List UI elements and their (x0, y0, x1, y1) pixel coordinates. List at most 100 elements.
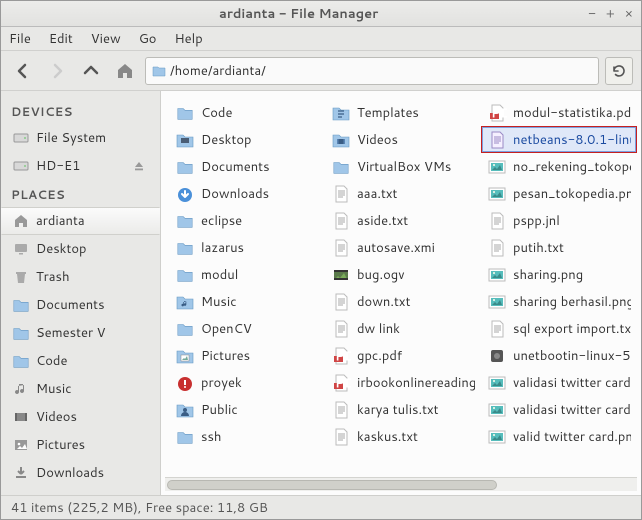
file-item[interactable]: validasi twitter card 2.png (481, 396, 637, 423)
sidebar-item-videos[interactable]: Videos (1, 403, 160, 431)
file-item[interactable]: ssh (169, 423, 325, 450)
file-item[interactable]: aside.txt (325, 207, 481, 234)
close-button[interactable]: × (625, 5, 633, 23)
arrow-up-icon (81, 61, 101, 81)
status-bar: 41 items (225,2 MB), Free space: 11,8 GB (1, 495, 641, 519)
folder-icon (12, 352, 30, 370)
sidebar-item-pictures[interactable]: Pictures (1, 431, 160, 459)
sidebar-item-music[interactable]: Music (1, 375, 160, 403)
menu-go[interactable]: Go (139, 30, 157, 48)
window-title: ardianta - File Manager (9, 5, 588, 23)
menu-help[interactable]: Help (174, 30, 202, 48)
file-item[interactable]: Videos (325, 126, 481, 153)
file-view[interactable]: CodeDesktopDocumentsDownloadseclipse laza… (161, 91, 641, 477)
home-button[interactable] (111, 57, 139, 85)
file-item[interactable]: proyek (169, 369, 325, 396)
file-label: modul (201, 266, 238, 284)
file-item[interactable]: pesan_tokopedia.png (481, 180, 637, 207)
file-item[interactable]: sharing.png (481, 261, 637, 288)
file-item[interactable]: Music (169, 288, 325, 315)
sidebar-item-label: HD-E1 (36, 157, 127, 175)
file-item[interactable]: Desktop (169, 126, 325, 153)
folder-icon (152, 64, 166, 78)
menu-file[interactable]: File (9, 30, 31, 48)
file-item[interactable]: putih.txt (481, 234, 637, 261)
file-label: valid twitter card.png (513, 428, 631, 446)
reload-button[interactable] (605, 57, 633, 85)
file-item[interactable]: unetbootin-linux-583 (481, 342, 637, 369)
sidebar-item-file-system[interactable]: File System (1, 124, 160, 152)
path-entry[interactable] (145, 57, 599, 85)
file-item[interactable]: PDFirbookonlinereading.pdf (325, 369, 481, 396)
drive-icon (12, 157, 30, 175)
folder-icon (12, 296, 30, 314)
sidebar-item-hd-e1[interactable]: HD-E1 (1, 152, 160, 180)
sidebar-item-label: File System (36, 129, 149, 147)
file-label: unetbootin-linux-583 (513, 347, 631, 365)
menu-view[interactable]: View (91, 30, 121, 48)
sidebar-item-documents[interactable]: Documents (1, 291, 160, 319)
text-icon (331, 427, 351, 447)
folder-icon (12, 324, 30, 342)
svg-text:PDF: PDF (491, 104, 507, 122)
file-item[interactable]: eclipse (169, 207, 325, 234)
eject-icon[interactable] (133, 160, 149, 172)
scrollbar-thumb[interactable] (167, 480, 497, 490)
sidebar-item-downloads[interactable]: Downloads (1, 459, 160, 487)
text-icon (331, 184, 351, 204)
file-item[interactable]: modul (169, 261, 325, 288)
file-item[interactable]: sharing berhasil.png (481, 288, 637, 315)
file-item[interactable]: Templates (325, 99, 481, 126)
home-icon (116, 62, 134, 80)
file-item[interactable]: OpenCV (169, 315, 325, 342)
folder-down-icon (175, 184, 195, 204)
file-item[interactable]: sql export import.txt (481, 315, 637, 342)
file-label: autosave.xmi (357, 239, 435, 257)
path-field[interactable] (170, 62, 592, 80)
minimize-button[interactable]: − (588, 5, 596, 23)
file-item[interactable]: Public (169, 396, 325, 423)
file-item[interactable]: lazarus (169, 234, 325, 261)
file-item[interactable]: Downloads (169, 180, 325, 207)
file-label: Templates (357, 104, 419, 122)
arrow-right-icon (47, 61, 67, 81)
file-item[interactable]: pspp.jnl (481, 207, 637, 234)
file-item[interactable]: kaskus.txt (325, 423, 481, 450)
sidebar-item-ardianta[interactable]: ardianta (1, 207, 160, 235)
sidebar-item-semester-v[interactable]: Semester V (1, 319, 160, 347)
sidebar-item-desktop[interactable]: Desktop (1, 235, 160, 263)
forward-button[interactable] (43, 57, 71, 85)
file-item[interactable]: VirtualBox VMs (325, 153, 481, 180)
file-label: sharing berhasil.png (513, 293, 631, 311)
file-item[interactable]: Pictures (169, 342, 325, 369)
sidebar-item-code[interactable]: Code (1, 347, 160, 375)
file-item[interactable]: karya tulis.txt (325, 396, 481, 423)
file-item[interactable]: down.txt (325, 288, 481, 315)
folder-icon (175, 319, 195, 339)
file-item[interactable]: validasi twitter card.png (481, 369, 637, 396)
back-button[interactable] (9, 57, 37, 85)
image-icon (487, 400, 507, 420)
sidebar-item-trash[interactable]: Trash (1, 263, 160, 291)
file-item[interactable]: valid twitter card.png (481, 423, 637, 450)
folder-templates-icon (331, 103, 351, 123)
file-item[interactable]: PDFmodul-statistika.pdf (481, 99, 637, 126)
file-item[interactable]: Documents (169, 153, 325, 180)
sidebar-item-label: Semester V (36, 324, 149, 342)
folder-pictures-icon (175, 346, 195, 366)
file-item[interactable]: Code (169, 99, 325, 126)
up-button[interactable] (77, 57, 105, 85)
file-item[interactable]: netbeans-8.0.1-linux.sh (481, 126, 637, 153)
file-item[interactable]: dw link (325, 315, 481, 342)
file-item[interactable]: autosave.xmi (325, 234, 481, 261)
horizontal-scrollbar[interactable] (165, 477, 637, 491)
menu-bar: File Edit View Go Help (1, 27, 641, 51)
file-item[interactable]: bug.ogv (325, 261, 481, 288)
file-item[interactable]: PDFgpc.pdf (325, 342, 481, 369)
maximize-button[interactable]: + (606, 5, 615, 23)
menu-edit[interactable]: Edit (49, 30, 73, 48)
title-bar: ardianta - File Manager − + × (1, 1, 641, 27)
file-label: lazarus (201, 239, 244, 257)
file-item[interactable]: aaa.txt (325, 180, 481, 207)
file-item[interactable]: no_rekening_tokopedia.png (481, 153, 637, 180)
